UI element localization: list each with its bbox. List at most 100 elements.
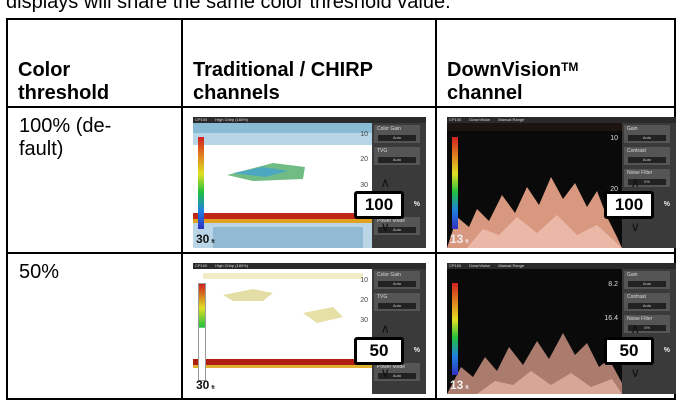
depth-scale-tick: 10 [360, 131, 368, 138]
header-col2-line1: Traditional / CHIRP [193, 59, 374, 81]
downvision-screenshot-cell: CP100 DownVision Manual Range Gain Auto Contr… [435, 106, 676, 254]
settings-item[interactable]: Gain Auto [624, 125, 670, 143]
color-palette-bar-icon [198, 137, 204, 229]
up-arrow-icon[interactable]: ∧ [630, 175, 640, 191]
header-row: Color threshold Traditional / CHIRP chan… [6, 18, 676, 108]
depth-value: 13 [450, 378, 464, 392]
depth-scale-tick: 10 [360, 277, 368, 284]
depth-scale-tick: 20 [360, 156, 368, 163]
settings-item-value: Auto [628, 303, 666, 309]
depth-value: 30 [196, 378, 210, 392]
percent-unit: % [413, 201, 420, 208]
threshold-value-box[interactable]: 50 [354, 337, 404, 365]
depth-unit: ft [465, 385, 469, 391]
depth-scale-tick: 20 [360, 297, 368, 304]
depth-scale-tick: 8.2 [608, 281, 618, 288]
header-col3-line1: DownVision [447, 59, 562, 81]
depth-unit: ft [465, 239, 469, 245]
trademark: TM [561, 60, 579, 74]
settings-item-label: TVG [377, 148, 388, 154]
settings-item-label: Color Gain [377, 272, 401, 278]
table-row: 50% CP100 High Chirp (180%) Color Gain Auto… [6, 252, 676, 400]
settings-item-label: Contrast [627, 294, 646, 300]
up-arrow-icon[interactable]: ∧ [380, 321, 390, 337]
header-col2-line2: channels [193, 82, 280, 104]
threshold-label-cell: 100% (de- fault) [6, 106, 183, 254]
header-downvision: DownVisionTM channel [435, 18, 676, 108]
depth-value: 30 [196, 232, 210, 246]
depth-scale-tick: 16.4 [604, 315, 618, 322]
depth-scale-tick: 30 [360, 182, 368, 189]
depth-scale-tick: 10 [610, 135, 618, 142]
title-bar-text: CP100 [449, 117, 462, 122]
down-arrow-icon[interactable]: ∨ [380, 365, 390, 381]
color-palette-bar-icon [452, 283, 458, 375]
title-bar-text: High Chirp (180%) [215, 117, 249, 122]
settings-item[interactable]: TVG Auto [374, 293, 420, 311]
percent-unit: % [663, 201, 670, 208]
settings-item-value: Auto [378, 157, 416, 163]
row-label-line1: 50% [19, 261, 60, 283]
traditional-screenshot-cell: CP100 High Chirp (180%) Color Gain Auto TVG A… [181, 106, 437, 254]
table-row: 100% (de- fault) CP100 High Chirp (180%) C… [6, 106, 676, 254]
title-bar-text: DownVision [469, 263, 491, 268]
threshold-value-box[interactable]: 100 [604, 191, 654, 219]
settings-item-value: Auto [628, 157, 666, 163]
color-palette-bar-icon [452, 137, 458, 229]
settings-item-label: TVG [377, 294, 388, 300]
settings-item-label: Gain [627, 272, 638, 278]
row-label-line2: fault) [19, 138, 64, 160]
header-col1-line2: threshold [18, 82, 110, 104]
down-arrow-icon[interactable]: ∨ [630, 365, 640, 381]
title-bar-text: High Chirp (180%) [215, 263, 249, 268]
title-bar-text: CP100 [449, 263, 462, 268]
down-arrow-icon[interactable]: ∨ [630, 219, 640, 235]
settings-item-label: Color Gain [377, 126, 401, 132]
depth-unit: ft [211, 239, 215, 245]
depth-readout: 30 ft [196, 378, 215, 392]
settings-item-value: Auto [628, 281, 666, 287]
header-traditional-chirp: Traditional / CHIRP channels [181, 18, 437, 108]
intro-text: displays will share the same color thres… [6, 0, 451, 13]
header-color-threshold: Color threshold [6, 18, 183, 108]
depth-readout: 13 ft [450, 378, 469, 392]
row-label-line1: 100% (de- [19, 115, 112, 137]
downvision-sonar-screenshot: CP100 DownVision Manual Range Gain Auto Contr… [447, 263, 676, 394]
depth-readout: 13 ft [450, 232, 469, 246]
color-palette-bar-icon [198, 283, 206, 381]
title-bar-text: Manual Range [498, 117, 525, 122]
settings-item[interactable]: Color Gain Auto [374, 125, 420, 143]
depth-readout: 30 ft [196, 232, 215, 246]
percent-unit: % [413, 347, 420, 354]
settings-item[interactable]: Contrast Auto [624, 293, 670, 311]
threshold-label-cell: 50% [6, 252, 183, 400]
traditional-sonar-screenshot: CP100 High Chirp (180%) Color Gain Auto TVG A… [193, 117, 426, 248]
settings-item-value: Auto [378, 135, 416, 141]
settings-item[interactable]: Contrast Auto [624, 147, 670, 165]
settings-item-value: Auto [628, 135, 666, 141]
up-arrow-icon[interactable]: ∧ [380, 175, 390, 191]
up-arrow-icon[interactable]: ∧ [630, 321, 640, 337]
down-arrow-icon[interactable]: ∨ [380, 219, 390, 235]
depth-scale-tick: 30 [360, 317, 368, 324]
title-bar-text: DownVision [469, 117, 491, 122]
threshold-value-box[interactable]: 50 [604, 337, 654, 365]
threshold-value-box[interactable]: 100 [354, 191, 404, 219]
depth-value: 13 [450, 232, 464, 246]
settings-item[interactable]: TVG Auto [374, 147, 420, 165]
settings-item-value: Auto [378, 303, 416, 309]
percent-unit: % [663, 347, 670, 354]
traditional-sonar-screenshot: CP100 High Chirp (180%) Color Gain Auto TVG A… [193, 263, 426, 394]
title-bar-text: CP100 [195, 117, 208, 122]
downvision-screenshot-cell: CP100 DownVision Manual Range Gain Auto Contr… [435, 252, 676, 400]
header-col3-line2: channel [447, 82, 523, 104]
settings-item[interactable]: Color Gain Auto [374, 271, 420, 289]
color-threshold-table: Color threshold Traditional / CHIRP chan… [6, 18, 676, 400]
settings-item-label: Gain [627, 126, 638, 132]
traditional-screenshot-cell: CP100 High Chirp (180%) Color Gain Auto TVG A… [181, 252, 437, 400]
settings-item-label: Contrast [627, 148, 646, 154]
settings-item[interactable]: Gain Auto [624, 271, 670, 289]
depth-unit: ft [211, 385, 215, 391]
header-col1-line1: Color [18, 59, 71, 81]
title-bar-text: CP100 [195, 263, 208, 268]
